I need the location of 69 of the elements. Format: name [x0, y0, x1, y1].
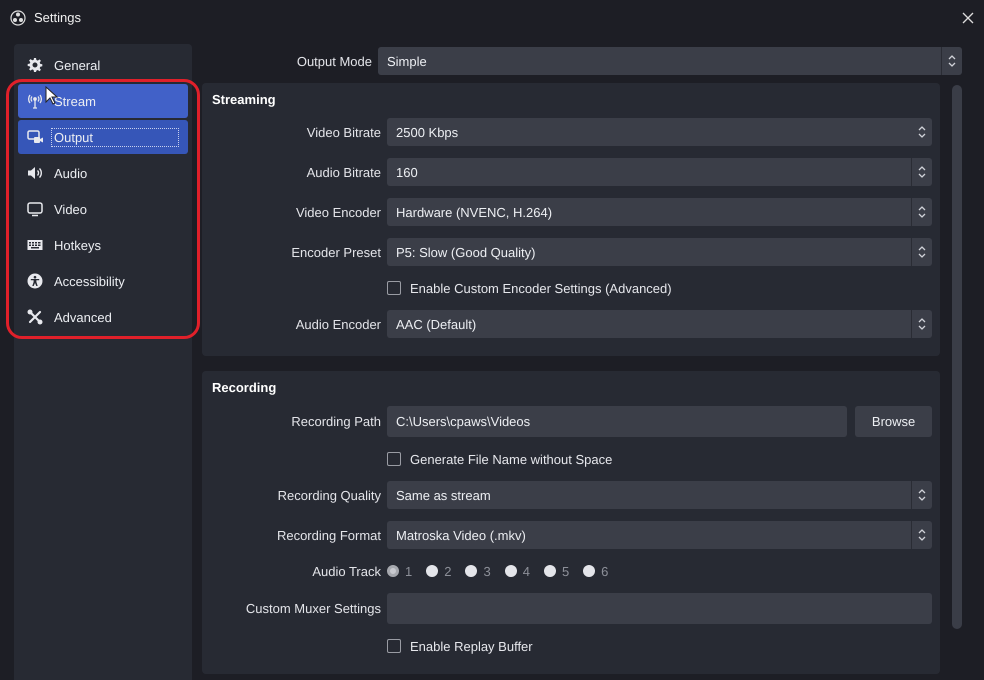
checkbox-label[interactable]: Enable Replay Buffer — [410, 638, 533, 654]
app-logo-icon — [10, 10, 26, 26]
sidebar-item[interactable]: Accessibility — [18, 264, 188, 298]
gear-icon — [27, 57, 43, 73]
dropdown-arrows-icon — [917, 244, 928, 260]
group-title: Streaming — [212, 92, 277, 107]
field-label: Recording Format — [276, 528, 381, 542]
field-label: Audio Track — [311, 564, 381, 578]
radio-label[interactable]: 5 — [562, 564, 570, 578]
dropdown[interactable]: AAC (Default) — [387, 310, 932, 338]
dropdown[interactable]: Hardware (NVENC, H.264) — [387, 198, 932, 226]
dropdown-arrows-icon — [917, 527, 928, 543]
sidebar-item[interactable]: General — [18, 48, 188, 82]
dropdown-arrows-icon — [917, 164, 928, 180]
sidebar-item[interactable]: Video — [18, 192, 188, 226]
dropdown-arrows-icon — [917, 316, 928, 332]
accessibility-icon — [27, 273, 43, 289]
sidebar-item[interactable]: Stream — [18, 84, 188, 118]
radio-button[interactable] — [426, 565, 438, 577]
dropdown-arrows-icon — [917, 204, 928, 220]
window-title: Settings — [34, 10, 81, 25]
radio-button[interactable] — [465, 565, 478, 577]
radio-button[interactable] — [583, 565, 596, 577]
sidebar-item[interactable]: Advanced — [18, 300, 188, 334]
radio-button[interactable] — [504, 565, 517, 577]
keyboard-icon — [27, 237, 43, 253]
antenna-icon — [27, 93, 43, 109]
field-label: Recording Quality — [276, 488, 381, 502]
radio-label[interactable]: 1 — [405, 564, 412, 578]
dropdown[interactable]: Same as stream — [387, 481, 932, 509]
checkbox[interactable] — [387, 639, 401, 653]
sidebar-item[interactable]: Hotkeys — [18, 228, 188, 262]
checkbox[interactable] — [387, 452, 401, 466]
screen-camera-icon — [27, 129, 43, 145]
sidebar-item[interactable]: Output — [18, 120, 188, 154]
path-field[interactable]: C:\Users\cpaws\Videos — [387, 406, 848, 437]
sidebar-item[interactable]: Audio — [18, 156, 188, 190]
radio-label[interactable]: 6 — [601, 564, 608, 578]
radio-button[interactable] — [544, 565, 556, 577]
checkbox[interactable] — [387, 281, 401, 295]
spin-box[interactable]: 2500 Kbps — [387, 118, 932, 146]
field-label: Audio Encoder — [294, 316, 381, 332]
browse-button[interactable]: Browse — [855, 406, 932, 437]
field-label: Encoder Preset — [290, 244, 381, 260]
close-icon[interactable] — [962, 12, 974, 24]
radio-label[interactable]: 2 — [444, 564, 452, 578]
dropdown[interactable]: 160 — [387, 158, 932, 186]
dropdown-arrows-icon — [947, 53, 957, 69]
spin-arrows-icon — [917, 124, 928, 140]
field-label: Audio Bitrate — [306, 164, 381, 180]
radio-label[interactable]: 3 — [483, 564, 491, 578]
dropdown[interactable]: P5: Slow (Good Quality) — [387, 238, 932, 266]
field-label: Video Encoder — [294, 204, 381, 220]
dropdown[interactable]: Simple — [378, 47, 962, 75]
scrollbar[interactable] — [952, 85, 962, 629]
field-label: Custom Muxer Settings — [244, 601, 381, 616]
radio-label[interactable]: 4 — [522, 564, 530, 578]
dropdown[interactable]: Matroska Video (.mkv) — [387, 521, 932, 549]
checkbox-label[interactable]: Enable Custom Encoder Settings (Advanced) — [410, 280, 672, 296]
radio-button[interactable] — [387, 565, 399, 577]
monitor-icon — [27, 201, 43, 217]
group-title: Recording — [212, 380, 278, 395]
checkbox-label[interactable]: Generate File Name without Space — [410, 452, 612, 466]
field-label: Output Mode — [296, 54, 372, 68]
speaker-icon — [27, 165, 43, 181]
tools-icon — [27, 309, 43, 325]
field-label: Recording Path — [290, 414, 381, 429]
dropdown-arrows-icon — [917, 487, 928, 503]
field-label: Video Bitrate — [306, 124, 381, 140]
